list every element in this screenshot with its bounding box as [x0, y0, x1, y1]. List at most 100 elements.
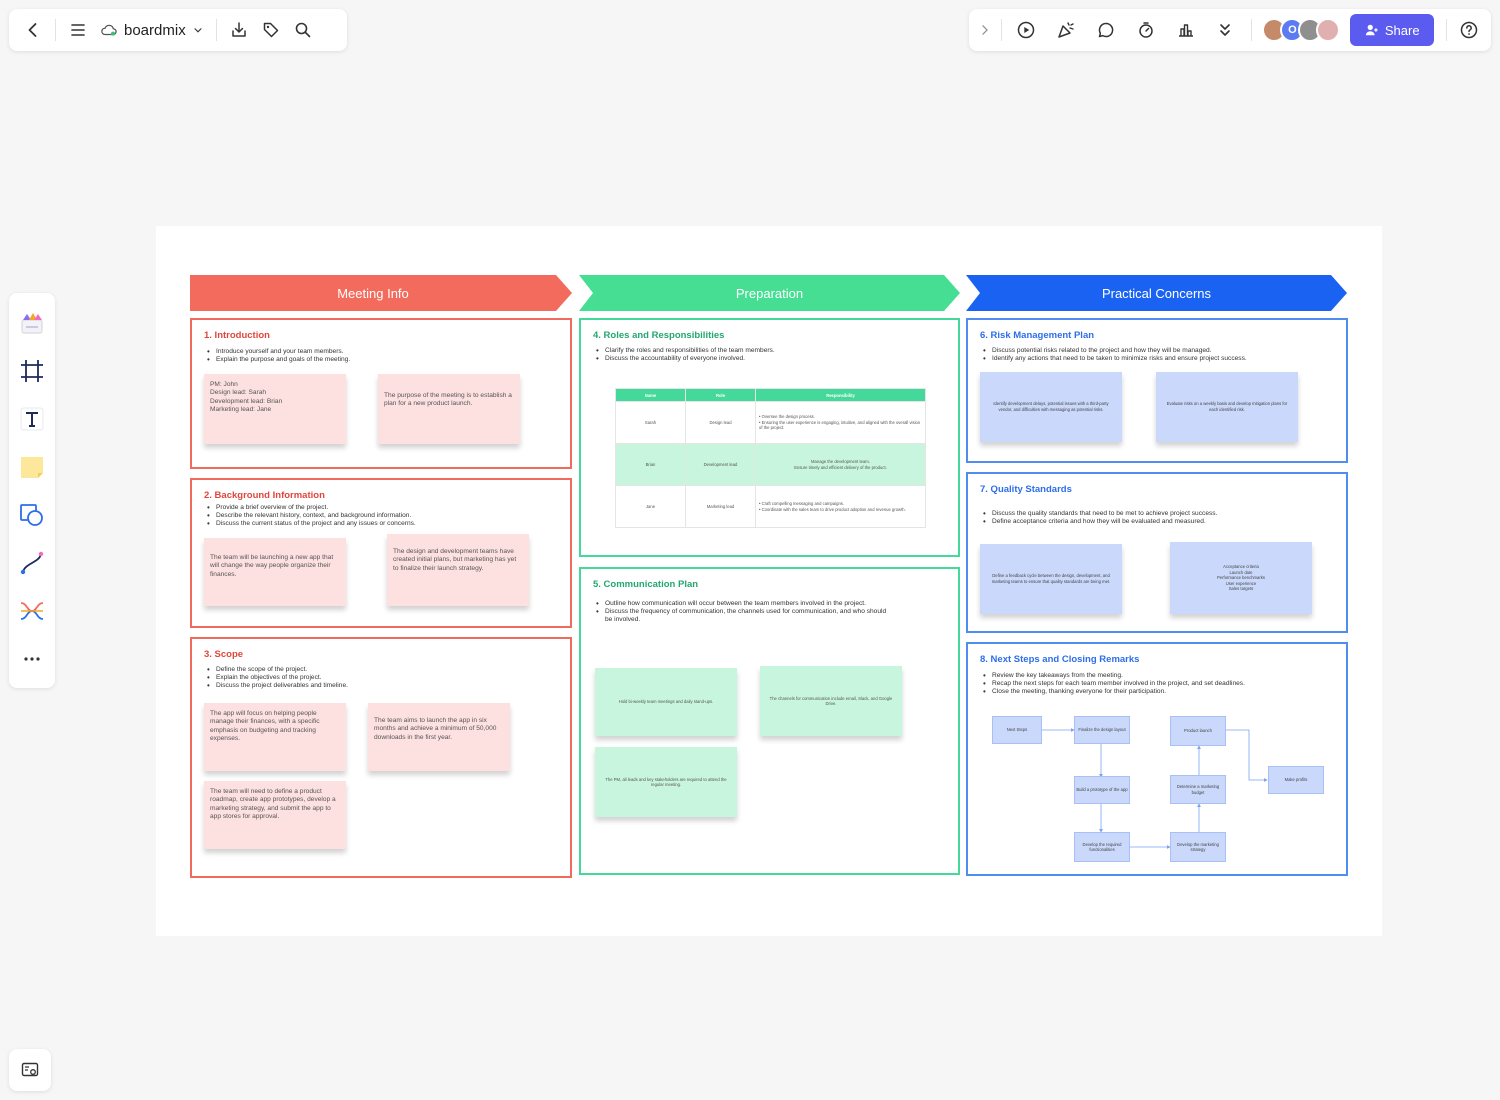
sticky-note[interactable]: The app will focus on helping people man…: [204, 703, 346, 771]
menu-icon: [71, 24, 85, 36]
download-icon: [231, 22, 246, 37]
cloud-sync-icon: [101, 24, 117, 36]
section-title: 1. Introduction: [204, 330, 270, 341]
top-right-toolbar: O Share: [969, 9, 1491, 51]
bullet-item: Discuss the quality standards that need …: [982, 510, 1217, 518]
divider: [55, 19, 56, 41]
bullet-item: Discuss the accountability of everyone i…: [595, 355, 775, 363]
bullet-item: Discuss the frequency of communication, …: [595, 608, 895, 624]
frame-icon: [21, 360, 43, 382]
double-chevron-down-icon: [1220, 24, 1231, 36]
more-tools-button[interactable]: [1209, 14, 1241, 46]
section-roles-responsibilities[interactable]: 4. Roles and Responsibilities Clarify th…: [579, 318, 960, 557]
sticky-note[interactable]: The team aims to launch the app in six m…: [368, 703, 510, 771]
download-button[interactable]: [223, 14, 255, 46]
flow-node[interactable]: Finalize the design layout: [1074, 716, 1130, 744]
templates-tool[interactable]: [14, 301, 50, 345]
column-header: Responsibility: [755, 388, 926, 402]
celebrate-button[interactable]: [1050, 14, 1082, 46]
board-canvas[interactable]: Meeting Info Preparation Practical Conce…: [156, 226, 1382, 936]
sticky-note[interactable]: The team will need to define a product r…: [204, 781, 346, 849]
bullet-list: Define the scope of the project. Explain…: [206, 666, 348, 691]
minimap-icon: [21, 1062, 39, 1077]
bullet-list: Discuss the quality standards that need …: [982, 510, 1217, 527]
table-cell: Manage the development team. Ensure timel…: [755, 443, 926, 486]
collaborator-avatars[interactable]: O: [1262, 18, 1341, 42]
timer-icon: [1138, 22, 1153, 38]
chevron-down-icon: [194, 28, 202, 33]
bullet-item: Explain the objectives of the project.: [206, 674, 348, 682]
table-cell: Jane: [615, 485, 686, 528]
sticky-note[interactable]: The PM, all leads and key stakeholders a…: [595, 747, 737, 817]
table-cell: Development lead: [685, 443, 756, 486]
sticky-note[interactable]: Acceptance criteria Launch date Performa…: [1170, 542, 1312, 614]
minimap-button[interactable]: [9, 1049, 51, 1091]
present-button[interactable]: [1010, 14, 1042, 46]
sticky-note[interactable]: The team will be launching a new app tha…: [204, 538, 346, 606]
table-cell: • Oversee the design process. • Ensuring …: [755, 401, 926, 444]
connector-tool[interactable]: [14, 541, 50, 585]
collapse-toolbar-button[interactable]: [975, 14, 995, 46]
mindmap-icon: [20, 602, 44, 620]
user-plus-icon: [1365, 24, 1378, 36]
sticky-note[interactable]: PM: John Design lead: Sarah Development …: [204, 374, 346, 444]
bullet-item: Define acceptance criteria and how they …: [982, 518, 1217, 526]
vote-button[interactable]: [1170, 14, 1202, 46]
help-icon: [1460, 21, 1478, 39]
sticky-note[interactable]: The purpose of the meeting is to establi…: [378, 374, 520, 444]
flow-node[interactable]: Next Steps: [992, 716, 1042, 744]
sticky-note[interactable]: Define a feedback cycle between the desi…: [980, 544, 1122, 614]
bullet-item: Discuss potential risks related to the p…: [982, 347, 1247, 355]
section-risk-management[interactable]: 6. Risk Management Plan Discuss potentia…: [966, 318, 1348, 463]
sticky-note-tool[interactable]: [14, 445, 50, 489]
search-icon: [295, 22, 311, 38]
sticky-note[interactable]: The channels for communication include e…: [760, 666, 902, 736]
help-button[interactable]: [1453, 14, 1485, 46]
section-scope[interactable]: 3. Scope Define the scope of the project…: [190, 637, 572, 878]
search-button[interactable]: [287, 14, 319, 46]
flow-node[interactable]: Product launch: [1170, 716, 1226, 746]
back-button[interactable]: [17, 14, 49, 46]
chevron-left-icon: [28, 23, 37, 37]
sticky-note[interactable]: Evaluate risks on a weekly basis and dev…: [1156, 372, 1298, 442]
share-button[interactable]: Share: [1350, 14, 1435, 46]
text-tool[interactable]: [14, 397, 50, 441]
flow-node[interactable]: Determine a marketing budget: [1170, 775, 1226, 804]
sticky-note[interactable]: Identify development delays, potential i…: [980, 372, 1122, 442]
board-title-dropdown[interactable]: boardmix: [94, 21, 210, 39]
connector-icon: [20, 551, 44, 575]
flow-node[interactable]: Develop the marketing strategy: [1170, 832, 1226, 862]
sticky-note[interactable]: Hold bi-weekly team meetings and daily s…: [595, 668, 737, 736]
play-icon: [1017, 21, 1035, 39]
flow-node[interactable]: Make profits: [1268, 766, 1324, 794]
section-title: 2. Background Information: [204, 490, 325, 501]
bullet-item: Clarify the roles and responsibilities o…: [595, 347, 775, 355]
bullet-item: Identify any actions that need to be tak…: [982, 355, 1247, 363]
section-introduction[interactable]: 1. Introduction Introduce yourself and y…: [190, 318, 572, 469]
bullet-list: Provide a brief overview of the project.…: [206, 504, 416, 529]
flow-node[interactable]: Build a prototype of the app: [1074, 776, 1130, 804]
more-tools[interactable]: [14, 637, 50, 681]
banner-preparation-label: Preparation: [735, 285, 804, 301]
comment-button[interactable]: [1090, 14, 1122, 46]
sticky-note[interactable]: The design and development teams have cr…: [387, 534, 529, 606]
section-communication-plan[interactable]: 5. Communication Plan Outline how commun…: [579, 567, 960, 875]
section-quality-standards[interactable]: 7. Quality Standards Discuss the quality…: [966, 472, 1348, 633]
mindmap-tool[interactable]: [14, 589, 50, 633]
timer-button[interactable]: [1130, 14, 1162, 46]
table-row: Jane Marketing lead • Craft compelling m…: [615, 485, 926, 528]
frame-tool[interactable]: [14, 349, 50, 393]
bullet-item: Discuss the project deliverables and tim…: [206, 682, 348, 690]
table-cell: • Craft compelling messaging and campaig…: [755, 485, 926, 528]
section-next-steps[interactable]: 8. Next Steps and Closing Remarks Review…: [966, 642, 1348, 876]
menu-button[interactable]: [62, 14, 94, 46]
shape-tool[interactable]: [14, 493, 50, 537]
section-background-information[interactable]: 2. Background Information Provide a brie…: [190, 478, 572, 628]
brand-name: boardmix: [124, 21, 186, 39]
tag-button[interactable]: [255, 14, 287, 46]
text-icon: [20, 407, 44, 431]
section-title: 3. Scope: [204, 649, 244, 660]
flow-node[interactable]: Develop the required functionalities: [1074, 832, 1130, 862]
avatar[interactable]: [1316, 18, 1341, 42]
banner-practical-concerns-label: Practical Concerns: [1101, 285, 1212, 301]
